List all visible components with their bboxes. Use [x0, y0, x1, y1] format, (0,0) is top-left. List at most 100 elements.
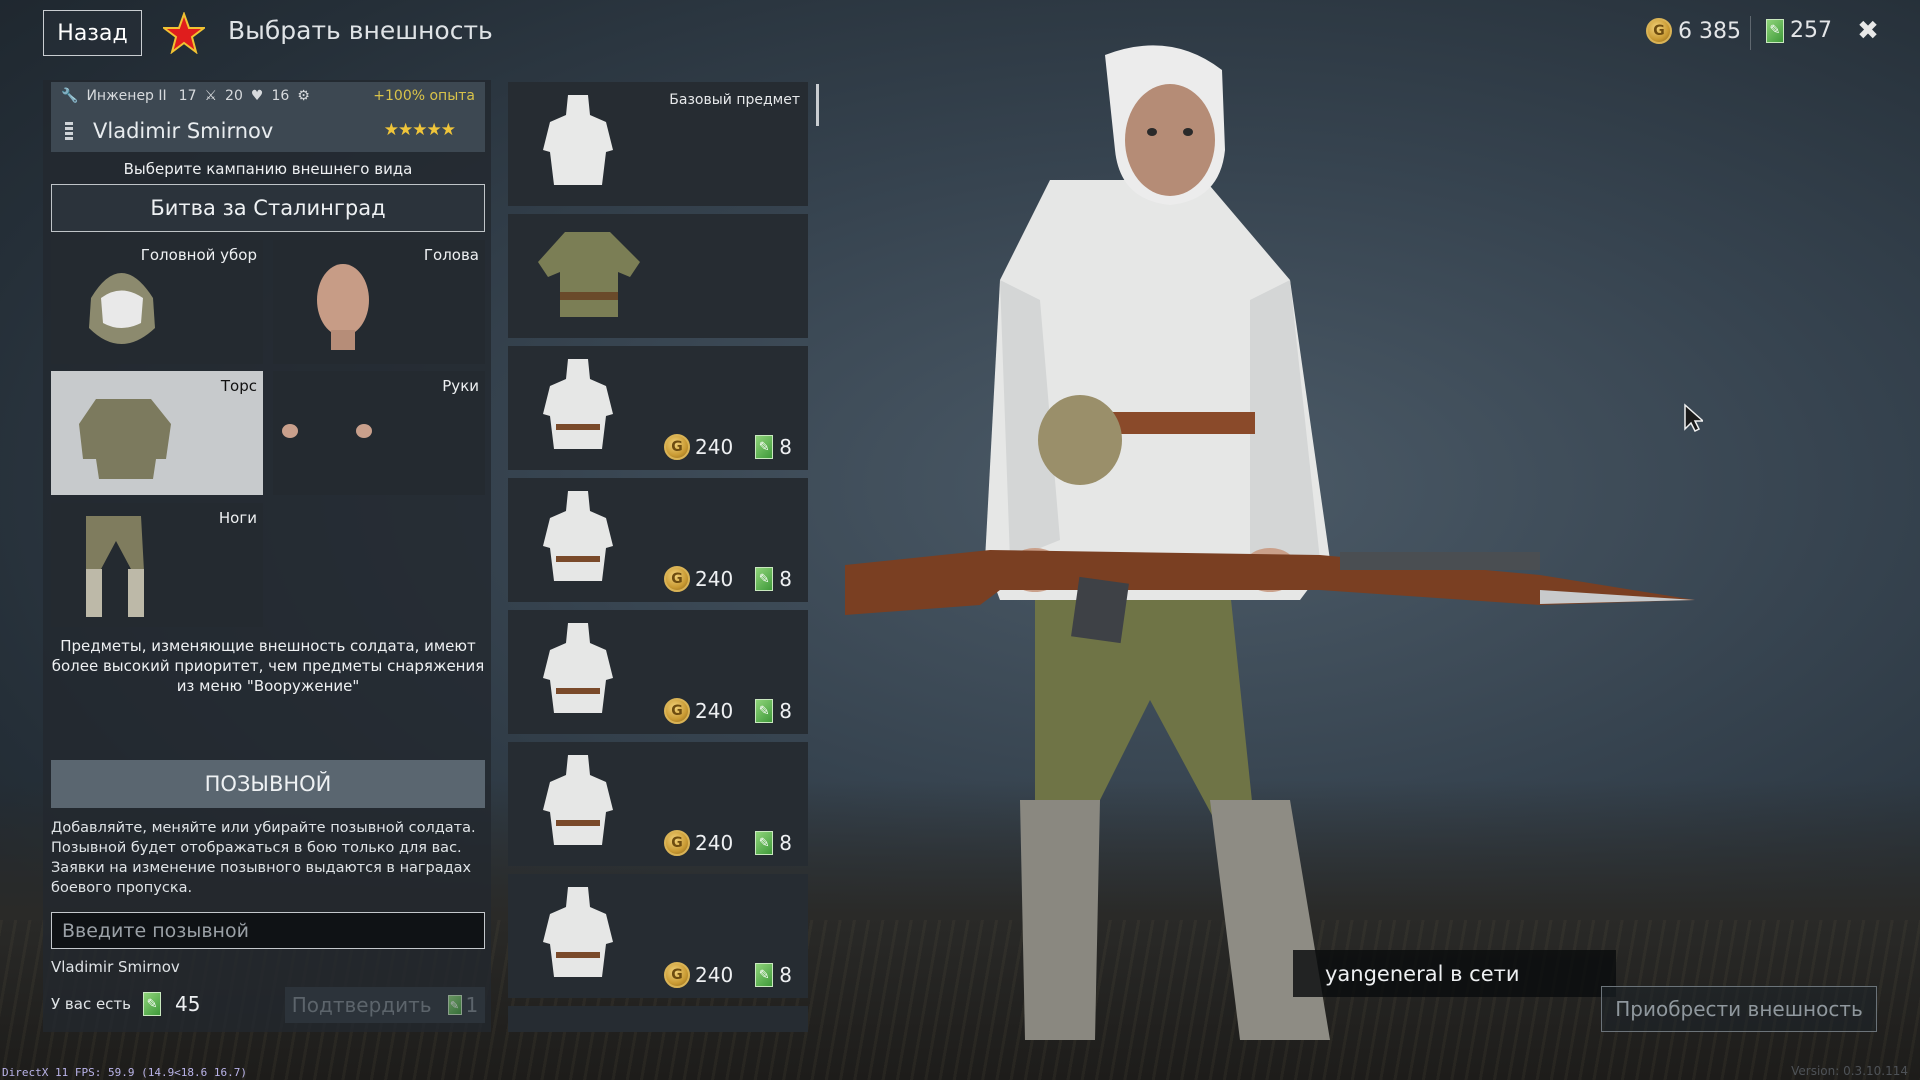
version-label: Version: 0.3.10.114 — [1791, 1064, 1908, 1078]
slot-head[interactable]: Голова — [273, 240, 485, 364]
soldier-stats: 🔧 Инженер II 17 ⚔ 20 ♥ 16 ⚙ — [61, 88, 310, 104]
item-base[interactable]: Базовый предмет — [508, 82, 808, 206]
item-ticket-price: 8 — [779, 831, 792, 855]
gold-coin-icon: G — [664, 830, 690, 856]
item-card[interactable]: G 240 ✎ 8 — [508, 478, 808, 602]
item-price: G 240 ✎ 8 — [664, 434, 792, 460]
item-ticket-price: 8 — [779, 699, 792, 723]
item-gold-price: 240 — [695, 435, 734, 459]
slot-hands-label: Руки — [442, 377, 479, 395]
online-notification: yangeneral в сети — [1293, 950, 1616, 997]
rank-icon — [65, 122, 73, 142]
slot-head-label: Голова — [423, 246, 479, 264]
wrench-icon: 🔧 — [61, 88, 79, 104]
item-price: G 240 ✎ 8 — [664, 566, 792, 592]
item-gold-price: 240 — [695, 963, 734, 987]
campaign-select[interactable]: Битва за Сталинград — [51, 184, 485, 232]
item-card[interactable]: G 240 ✎ 8 — [508, 610, 808, 734]
fps-counter: DirectX 11 FPS: 59.9 (14.9<18.6 16.7) — [2, 1066, 248, 1079]
item-list[interactable]: Базовый предмет G 240 ✎ 8 G 240 ✎ 8 G 240 ✎ 8 G 240 ✎ 8… — [508, 80, 810, 1032]
helmet-icon — [89, 273, 155, 344]
item-card[interactable]: G 240 ✎ 8 — [508, 742, 808, 866]
back-button[interactable]: Назад — [43, 10, 142, 56]
slot-headgear[interactable]: Головной убор — [51, 240, 263, 364]
item-list-scrollbar[interactable] — [816, 84, 819, 126]
item-card[interactable]: G 240 ✎ 8 — [508, 346, 808, 470]
have-amount: 45 — [175, 992, 201, 1016]
ticket-icon: ✎ — [1766, 18, 1784, 43]
hands-icon — [282, 424, 372, 438]
stat-1: 17 — [178, 88, 197, 104]
red-star-icon — [163, 12, 205, 54]
white-smock-icon — [543, 887, 613, 977]
stat-3: 16 — [271, 88, 290, 104]
soldier-card[interactable]: 🔧 Инженер II 17 ⚔ 20 ♥ 16 ⚙ +100% опыта … — [51, 82, 485, 152]
slot-torso[interactable]: Торс — [51, 371, 263, 495]
close-icon[interactable]: ✖ — [1853, 16, 1883, 46]
item-gold-price: 240 — [695, 699, 734, 723]
callsign-balance: У вас есть ✎ 45 — [51, 992, 200, 1016]
ticket-icon: ✎ — [755, 567, 774, 591]
item-gold-price: 240 — [695, 567, 734, 591]
gold-coin-icon: G — [664, 962, 690, 988]
ticket-icon: ✎ — [143, 992, 162, 1016]
gold-coin-icon: G — [664, 434, 690, 460]
item-ticket-price: 8 — [779, 567, 792, 591]
have-label: У вас есть — [51, 995, 132, 1013]
white-smock-icon — [543, 95, 613, 185]
buy-appearance-button[interactable]: Приобрести внешность — [1601, 986, 1877, 1032]
xp-bonus: +100% опыта — [373, 88, 475, 104]
callsign-description: Добавляйте, меняйте или убирайте позывно… — [51, 820, 476, 896]
callsign-header: ПОЗЫВНОЙ — [51, 760, 485, 808]
item-ticket-price: 8 — [779, 435, 792, 459]
legs-icon — [86, 516, 144, 617]
soldier-name: Vladimir Smirnov — [93, 119, 274, 143]
item-card[interactable]: G 240 ✎ 8 — [508, 874, 808, 998]
white-smock-icon — [543, 623, 613, 713]
ticket-balance: ✎ 257 — [1766, 18, 1832, 43]
head-icon — [317, 264, 369, 350]
ticket-amount: 257 — [1790, 18, 1832, 43]
callsign-input[interactable] — [51, 912, 485, 949]
slot-headgear-label: Головной убор — [140, 246, 257, 264]
campaign-label: Выберите кампанию внешнего вида — [123, 160, 413, 178]
tunic-icon — [538, 232, 640, 317]
white-smock-icon — [543, 755, 613, 845]
soldier-stars: ★★★★★ — [383, 120, 456, 140]
white-smock-icon — [543, 359, 613, 449]
item-ticket-price: 8 — [779, 963, 792, 987]
ticket-icon: ✎ — [755, 699, 774, 723]
gold-balance: G 6 385 — [1646, 18, 1741, 44]
mouse-cursor-icon — [1684, 403, 1703, 433]
ticket-icon: ✎ — [755, 963, 774, 987]
gold-coin-icon: G — [664, 566, 690, 592]
page-title: Выбрать внешность — [228, 16, 493, 45]
priority-note: Предметы, изменяющие внешность солдата, … — [51, 637, 485, 695]
slot-hands[interactable]: Руки — [273, 371, 485, 495]
confirm-cost: ✎ 1 — [447, 993, 479, 1017]
slot-legs-label: Ноги — [218, 509, 257, 527]
gold-coin-icon: G — [664, 698, 690, 724]
white-smock-icon — [543, 491, 613, 581]
slot-torso-label: Торс — [220, 377, 257, 395]
item-price: G 240 ✎ 8 — [664, 698, 792, 724]
item-gold-price: 240 — [695, 831, 734, 855]
gold-coin-icon: G — [1646, 18, 1672, 44]
confirm-label: Подтвердить — [291, 993, 432, 1017]
slot-legs[interactable]: Ноги — [51, 503, 263, 627]
stat-3-icon: ⚙ — [297, 88, 310, 104]
ticket-icon: ✎ — [447, 995, 462, 1015]
confirm-cost-value: 1 — [465, 993, 479, 1017]
item-owned[interactable] — [508, 214, 808, 338]
item-price: G 240 ✎ 8 — [664, 962, 792, 988]
base-item-label: Базовый предмет — [669, 92, 800, 108]
item-card-partial[interactable] — [508, 1006, 808, 1032]
stat-2: 20 — [225, 88, 243, 104]
callsign-current: Vladimir Smirnov — [51, 958, 180, 976]
confirm-button[interactable]: Подтвердить ✎ 1 — [285, 987, 485, 1023]
stat-1-icon: ⚔ — [204, 88, 218, 104]
heart-icon: ♥ — [250, 88, 264, 104]
ticket-icon: ✎ — [755, 435, 774, 459]
soldier-class: Инженер II — [86, 88, 167, 104]
currency-divider — [1750, 16, 1751, 50]
